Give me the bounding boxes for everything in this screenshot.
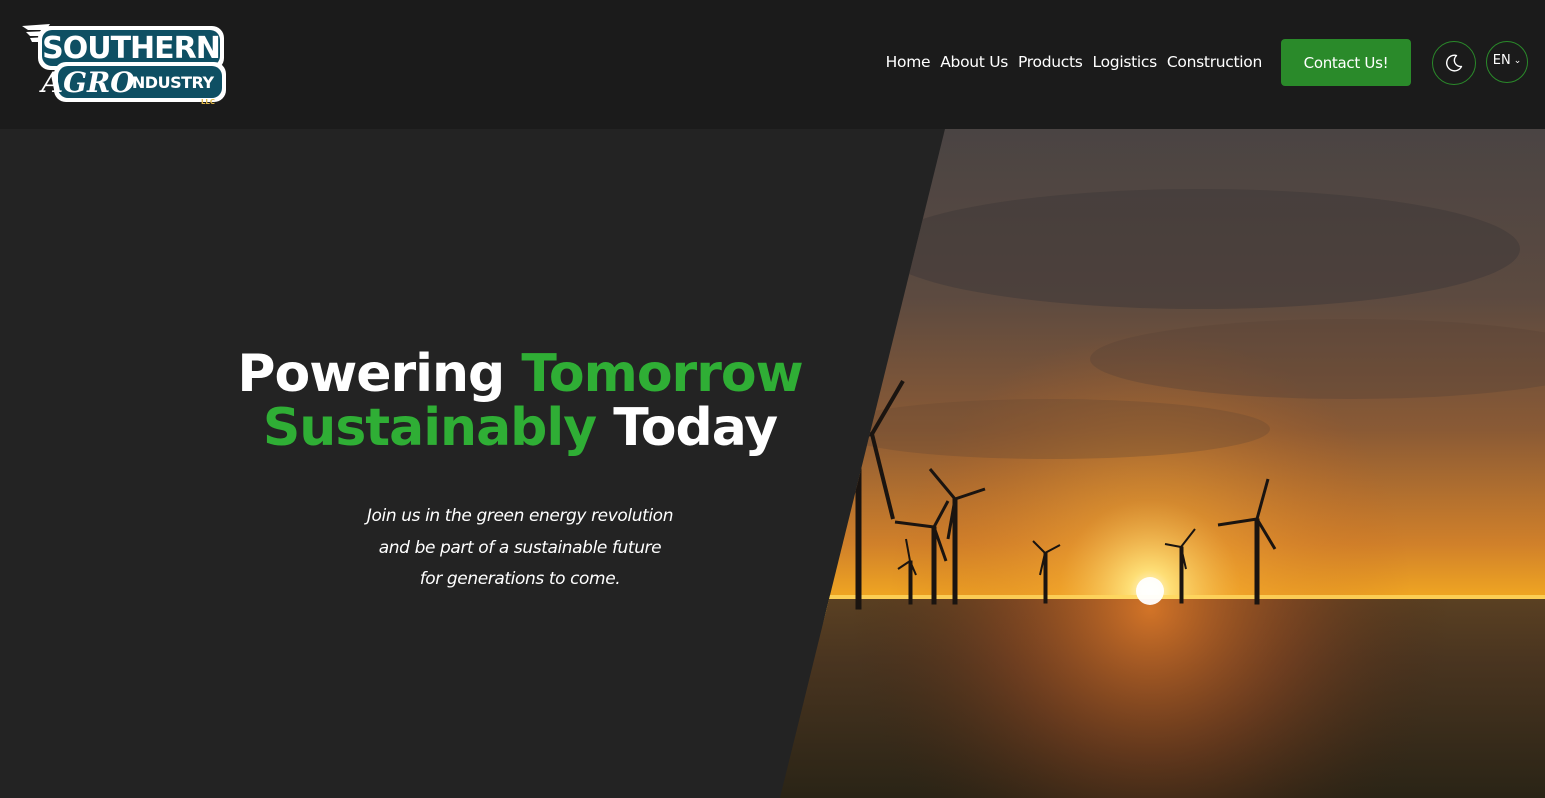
contact-us-button[interactable]: Contact Us! xyxy=(1281,39,1411,86)
nav-item-home[interactable]: Home xyxy=(881,52,936,72)
hero-image xyxy=(780,129,1545,798)
wind-turbine-sunset-image xyxy=(780,129,1545,798)
hero-title-part4: Today xyxy=(613,398,778,458)
svg-text:AGRO: AGRO xyxy=(38,66,135,99)
logo-graphic: SOUTHERN AGRO INDUSTRY LLC xyxy=(22,24,226,106)
chevron-down-icon: ⌄ xyxy=(1513,56,1522,66)
hero-subtitle-line: and be part of a sustainable future xyxy=(378,537,662,558)
site-header: SOUTHERN AGRO INDUSTRY LLC Home About Us… xyxy=(0,0,1545,129)
nav-item-about-us[interactable]: About Us xyxy=(935,52,1013,72)
company-logo[interactable]: SOUTHERN AGRO INDUSTRY LLC xyxy=(20,18,230,108)
theme-toggle-button[interactable] xyxy=(1432,41,1476,85)
svg-text:LLC: LLC xyxy=(201,98,215,106)
hero-title-part2: Tomorrow xyxy=(521,344,803,404)
hero-subtitle: Join us in the green energy revolution a… xyxy=(220,501,820,596)
language-label: EN xyxy=(1492,52,1511,68)
hero-subtitle-line: for generations to come. xyxy=(419,569,621,589)
hero-section: Powering Tomorrow Sustainably Today Join… xyxy=(0,129,1545,798)
hero-title-part3: Sustainably xyxy=(262,398,597,458)
hero-subtitle-line: Join us in the green energy revolution xyxy=(366,506,674,526)
nav-item-logistics[interactable]: Logistics xyxy=(1088,52,1162,72)
hero-title: Powering Tomorrow Sustainably Today xyxy=(160,347,880,455)
language-selector[interactable]: EN ⌄ xyxy=(1486,41,1528,83)
nav-item-products[interactable]: Products xyxy=(1013,52,1088,72)
main-nav: Home About Us Products Logistics Constru… xyxy=(881,52,1267,72)
nav-item-construction[interactable]: Construction xyxy=(1162,52,1267,72)
svg-text:SOUTHERN: SOUTHERN xyxy=(42,31,220,66)
svg-text:INDUSTRY: INDUSTRY xyxy=(126,73,214,92)
moon-icon xyxy=(1446,54,1463,72)
hero-title-part1: Powering xyxy=(237,344,505,404)
